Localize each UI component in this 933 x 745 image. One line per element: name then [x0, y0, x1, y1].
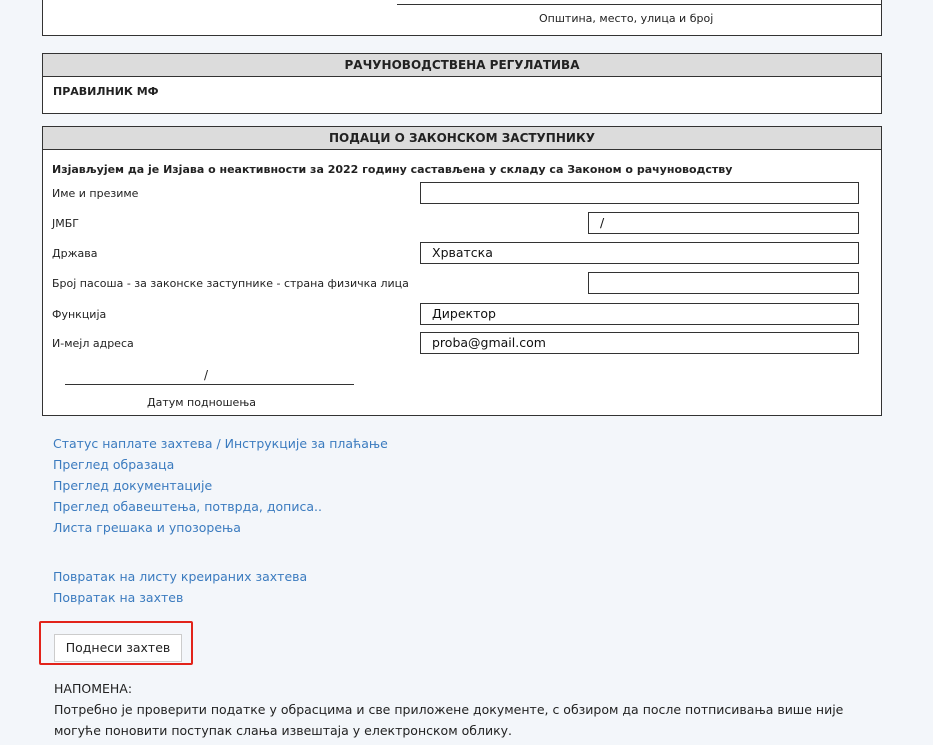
note-title: НАПОМЕНА:: [54, 681, 133, 696]
info-links: Статус наплате захтева / Инструкције за …: [53, 433, 388, 538]
submission-date-caption: Датум подношења: [147, 396, 256, 409]
address-caption: Општина, место, улица и број: [539, 12, 714, 25]
declaration-text: Изјављујем да је Изјава о неактивности з…: [52, 163, 733, 176]
jmbg-input[interactable]: /: [588, 212, 859, 234]
navigation-links: Повратак на листу креираних захтева Повр…: [53, 566, 307, 608]
link-documentation-overview[interactable]: Преглед документације: [53, 475, 388, 496]
legal-representative-section: ПОДАЦИ О ЗАКОНСКОМ ЗАСТУПНИКУ Изјављујем…: [42, 126, 882, 416]
link-back-to-request[interactable]: Повратак на захтев: [53, 587, 307, 608]
address-box: Општина, место, улица и број: [42, 0, 882, 36]
email-input[interactable]: proba@gmail.com: [420, 332, 859, 354]
regulation-value: ПРАВИЛНИК МФ: [53, 85, 159, 98]
passport-input[interactable]: [588, 272, 859, 294]
link-notifications-overview[interactable]: Преглед обавештења, потврда, дописа..: [53, 496, 388, 517]
section-header: ПОДАЦИ О ЗАКОНСКОМ ЗАСТУПНИКУ: [43, 127, 881, 150]
function-input[interactable]: Директор: [420, 303, 859, 325]
date-line: [65, 384, 354, 385]
country-label: Држава: [52, 247, 98, 260]
function-label: Функција: [52, 308, 107, 321]
name-label: Име и презиме: [52, 187, 139, 200]
passport-label: Број пасоша - за законске заступнике - с…: [52, 277, 409, 290]
country-input[interactable]: Хрватска: [420, 242, 859, 264]
address-divider: [397, 4, 881, 5]
link-errors-warnings[interactable]: Листа грешака и упозорења: [53, 517, 388, 538]
note-text: Потребно је проверити податке у обрасцим…: [54, 702, 844, 738]
link-back-to-requests-list[interactable]: Повратак на листу креираних захтева: [53, 566, 307, 587]
date-slash: /: [204, 368, 209, 382]
link-forms-overview[interactable]: Преглед образаца: [53, 454, 388, 475]
submit-request-button[interactable]: Поднеси захтев: [54, 634, 182, 662]
accounting-regulation-section: РАЧУНОВОДСТВЕНА РЕГУЛАТИВА ПРАВИЛНИК МФ: [42, 53, 882, 114]
jmbg-label: ЈМБГ: [52, 217, 79, 230]
link-payment-status[interactable]: Статус наплате захтева / Инструкције за …: [53, 433, 388, 454]
section-header: РАЧУНОВОДСТВЕНА РЕГУЛАТИВА: [43, 54, 881, 77]
email-label: И-мејл адреса: [52, 337, 134, 350]
name-input[interactable]: [420, 182, 859, 204]
